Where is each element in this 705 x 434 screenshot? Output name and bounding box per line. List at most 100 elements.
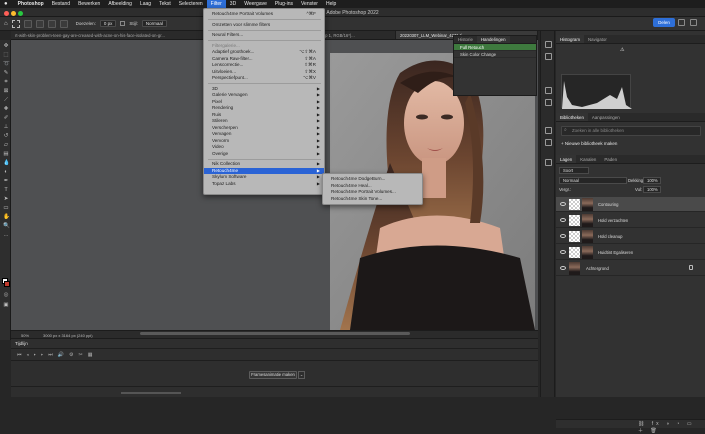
add-selection-button[interactable] <box>35 19 44 28</box>
stijl-select[interactable]: Normaal <box>141 20 167 27</box>
dodge-tool-icon[interactable]: ◐ <box>3 169 9 175</box>
layer-row[interactable]: Achtergrond <box>556 261 705 276</box>
library-search-input[interactable]: Zoeken in alle bibliotheken <box>561 126 701 136</box>
home-icon[interactable]: ⌂ <box>4 21 8 27</box>
retouch4me-item[interactable]: Retouch4me DodgeBurn... <box>323 176 422 183</box>
retouch4me-item[interactable]: Retouch4me Skin Tone... <box>323 196 422 203</box>
histogram-icon[interactable] <box>545 41 552 48</box>
apple-icon[interactable]: ● <box>4 1 8 7</box>
stamp-tool-icon[interactable]: ⊥ <box>3 124 9 130</box>
marquee-tool-icon[interactable]: ⬚ <box>3 52 9 58</box>
brush-tool-icon[interactable]: ✐ <box>3 115 9 121</box>
zoom-tool-icon[interactable]: 🔍 <box>3 223 10 229</box>
menu-venster[interactable]: Venster <box>297 0 322 8</box>
filter-menu-item[interactable]: Neural Filters... <box>204 32 324 39</box>
chevron-down-icon[interactable]: ⌄ <box>298 371 305 379</box>
crop-tool-icon[interactable]: ⌗ <box>3 79 9 85</box>
tab-navigator[interactable]: Navigator <box>584 35 611 43</box>
menu-bestand[interactable]: Bestand <box>48 0 74 8</box>
eye-icon[interactable] <box>560 202 566 206</box>
layer-actions-icons[interactable]: ⛓ fx ◑ ◔ ▭ ＋ 🗑 <box>638 421 705 434</box>
layer-row[interactable]: Contouring <box>556 197 705 212</box>
share-button[interactable]: Delen <box>653 18 675 27</box>
create-frame-animation-button[interactable]: Framesanimatie maken <box>249 371 297 379</box>
eye-icon[interactable] <box>560 250 566 254</box>
tab-bibliotheken[interactable]: Bibliotheken <box>556 113 588 121</box>
menu-selecteren[interactable]: Selecteren <box>175 0 207 8</box>
blur-tool-icon[interactable]: 💧 <box>3 160 10 166</box>
action-skin-color-change[interactable]: Skin Color Change <box>454 51 536 58</box>
tab-handelingen[interactable]: Handelingen <box>476 36 510 43</box>
menu-3d[interactable]: 3D <box>226 0 240 8</box>
filter-menu-item[interactable]: Perspectiefpunt... ⌥⌘V <box>204 75 324 82</box>
action-full-retouch[interactable]: Full Retouch <box>454 44 536 51</box>
eye-icon[interactable] <box>560 218 566 222</box>
search-icon[interactable] <box>678 19 685 26</box>
doezelen-input[interactable]: 0 px <box>99 20 117 27</box>
lasso-tool-icon[interactable]: ➰ <box>3 61 10 67</box>
filter-menu-item[interactable]: Overige ▶ <box>204 151 324 158</box>
horizontal-scrollbar[interactable] <box>140 332 410 335</box>
adjustments-icon[interactable] <box>545 139 552 146</box>
menu-help[interactable]: Help <box>322 0 340 8</box>
eraser-tool-icon[interactable]: ▱ <box>3 142 9 148</box>
quick-select-tool-icon[interactable]: ✎ <box>3 70 9 76</box>
menu-filter[interactable]: Filter <box>206 0 226 8</box>
layer-row[interactable]: Hold cleanup <box>556 229 705 244</box>
type-tool-icon[interactable]: T <box>3 187 9 193</box>
filter-menu-item[interactable]: Omzetten voor slimme filters <box>204 22 324 29</box>
menu-weergave[interactable]: Weergave <box>240 0 271 8</box>
info-icon[interactable] <box>545 99 552 106</box>
tab-lagen[interactable]: Lagen <box>556 155 577 163</box>
antialias-checkbox[interactable] <box>120 21 126 26</box>
tab-kanalen[interactable]: Kanalen <box>576 155 600 163</box>
timeline-controls[interactable]: ⏮◂▸▸⏭🔊⚙✂▦ <box>17 352 97 358</box>
actions-icon[interactable] <box>545 53 552 60</box>
menu-laag[interactable]: Laag <box>136 0 155 8</box>
layer-row[interactable]: Huidtint Egaliseren <box>556 245 705 260</box>
filter-menu-item[interactable]: Retouch4me Portrait Volumes ^⌘F <box>204 11 324 18</box>
layers-icon[interactable] <box>545 159 552 166</box>
menu-afbeelding[interactable]: Afbeelding <box>104 0 136 8</box>
gradient-tool-icon[interactable]: ▤ <box>3 151 9 157</box>
menu-plug-ins[interactable]: Plug-ins <box>271 0 297 8</box>
eyedropper-tool-icon[interactable]: ⟋ <box>3 97 9 103</box>
menu-bewerken[interactable]: Bewerken <box>74 0 104 8</box>
path-select-tool-icon[interactable]: ➤ <box>3 196 9 202</box>
shape-tool-icon[interactable]: ▭ <box>3 205 9 211</box>
timeline-zoom-slider[interactable] <box>121 392 181 394</box>
pen-tool-icon[interactable]: ✒ <box>3 178 9 184</box>
tab-historie[interactable]: Historie <box>454 36 477 43</box>
menu-photoshop[interactable]: Photoshop <box>14 0 48 8</box>
layer-row[interactable]: Hold verzachten <box>556 213 705 228</box>
tab-aanpassingen[interactable]: Aanpassingen <box>588 113 624 121</box>
eye-icon[interactable] <box>560 234 566 238</box>
new-selection-button[interactable] <box>23 19 32 28</box>
intersect-selection-button[interactable] <box>59 19 68 28</box>
background-color-swatch[interactable] <box>4 281 10 287</box>
properties-icon[interactable] <box>545 127 552 134</box>
quick-mask-icon[interactable]: ◎ <box>3 292 9 298</box>
new-library-button[interactable]: + Nieuwe bibliotheek maken <box>561 141 617 146</box>
filter-menu-item[interactable]: Topaz Labs ▶ <box>204 181 324 188</box>
retouch4me-item[interactable]: Retouch4me Heal... <box>323 183 422 190</box>
fill-input[interactable]: 100% <box>643 186 661 193</box>
tab-paden[interactable]: Paden <box>600 155 621 163</box>
menu-tekst[interactable]: Tekst <box>155 0 175 8</box>
healing-brush-tool-icon[interactable]: ✚ <box>3 106 9 112</box>
zoom-level[interactable]: 50% <box>21 333 29 338</box>
lock-icon[interactable] <box>689 265 693 270</box>
subtract-selection-button[interactable] <box>47 19 56 28</box>
libraries-icon[interactable] <box>545 87 552 94</box>
screen-mode-icon[interactable]: ▣ <box>3 302 9 308</box>
marquee-tool-icon[interactable] <box>11 19 20 28</box>
move-tool-icon[interactable]: ✥ <box>3 43 9 49</box>
frame-tool-icon[interactable]: ⊠ <box>3 88 9 94</box>
more-tools-icon[interactable]: … <box>3 232 9 238</box>
workspace-icon[interactable] <box>690 19 697 26</box>
hand-tool-icon[interactable]: ✋ <box>3 214 10 220</box>
retouch4me-item[interactable]: Retouch4me Portrait Volumes... <box>323 189 422 196</box>
blend-mode-select[interactable]: Normaal <box>559 177 627 184</box>
opacity-input[interactable]: 100% <box>643 177 661 184</box>
tab-histogram[interactable]: Histogram <box>556 35 585 43</box>
